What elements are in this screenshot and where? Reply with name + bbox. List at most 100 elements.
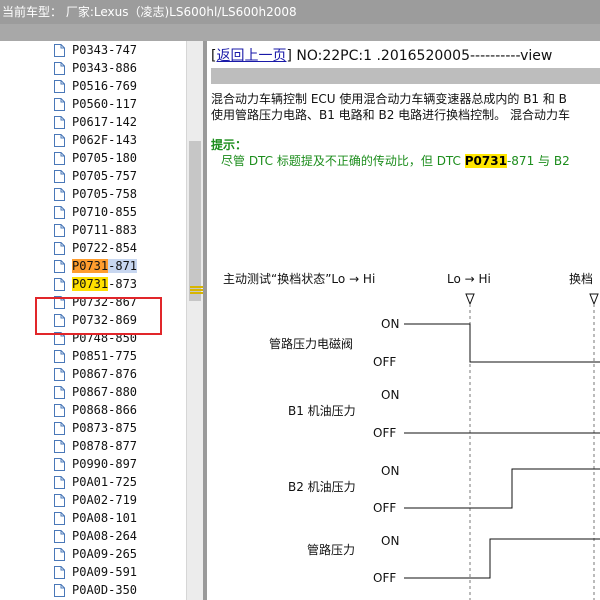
tree-item-label: P0A09-265 (72, 547, 138, 561)
tree-item[interactable]: P0705-757 (54, 167, 137, 185)
tree-item-label: P0617-142 (72, 115, 138, 129)
tree-item[interactable]: P0873-875 (54, 419, 137, 437)
off-label: OFF (373, 426, 396, 440)
tree-item[interactable]: P0731 -871 (54, 257, 138, 275)
tree-item-label: P0710-855 (72, 205, 138, 219)
row-label: 管路压力 (307, 542, 355, 557)
document-icon (54, 349, 65, 363)
tree-item-label: P0343-886 (72, 61, 138, 75)
document-icon (54, 565, 65, 579)
hint-text: 尽管 DTC 标题提及不正确的传动比，但 DTC P0731-871 与 B2 (221, 154, 570, 168)
marker-arrow-icon (589, 293, 599, 306)
doc-number: NO:22PC:1 .2016520005----------view (291, 48, 553, 64)
off-label: OFF (373, 355, 396, 369)
document-icon (54, 439, 65, 453)
tree-item-label: P0A08-101 (72, 511, 138, 525)
tree-item[interactable]: P0711-883 (54, 221, 137, 239)
tree-item[interactable]: P0A0D-350 (54, 581, 137, 599)
tree-item[interactable]: P0A09-591 (54, 563, 137, 581)
dtc-tree[interactable]: P0343-747 P0343-886 P0516-769 P0560-117 P061… (0, 41, 186, 600)
document-header: [返回上一页] NO:22PC:1 .2016520005----------v… (211, 48, 553, 64)
tree-item-label: P0A02-719 (72, 493, 138, 507)
tree-item-label: P062F-143 (72, 133, 138, 147)
tree-item[interactable]: P0560-117 (54, 95, 137, 113)
tree-item[interactable]: P0A08-101 (54, 509, 137, 527)
tree-item[interactable]: P0A01-725 (54, 473, 137, 491)
tree-item-label: P0722-854 (72, 241, 138, 255)
tree-item-label: P0705-180 (72, 151, 138, 165)
document-icon (54, 529, 65, 543)
document-icon (54, 79, 65, 93)
row-label: B1 机油压力 (288, 404, 356, 418)
marker-lo-hi-label: Lo → Hi (447, 272, 491, 286)
description-paragraph: 混合动力车辆控制 ECU 使用混合动力车辆变速器总成内的 B1 和 B 使用管路… (211, 92, 570, 122)
off-label: OFF (373, 571, 396, 585)
tree-item-suffix: -871 (108, 259, 138, 273)
on-label: ON (381, 388, 399, 402)
tree-item[interactable]: P0705-180 (54, 149, 137, 167)
tree-item[interactable]: P0878-877 (54, 437, 137, 455)
tree-item[interactable]: P0705-758 (54, 185, 137, 203)
marker-arrow-icon (465, 293, 475, 306)
tree-item-label: P0343-747 (72, 43, 138, 57)
tree-item-label: P0711-883 (72, 223, 138, 237)
document-icon (54, 421, 65, 435)
document-icon (54, 259, 65, 273)
back-link[interactable]: 返回上一页 (216, 48, 286, 64)
timing-diagram: 主动测试“换档状态”Lo → Hi Lo → Hi 换档 管路压力电磁阀 ON … (223, 271, 600, 600)
selection-highlight-box (35, 297, 162, 335)
tree-item-label: P0878-877 (72, 439, 138, 453)
document-icon (54, 277, 65, 291)
tree-item[interactable]: P0343-886 (54, 59, 137, 77)
tree-item[interactable]: P0343-747 (54, 41, 137, 59)
tree-item[interactable]: P0868-866 (54, 401, 137, 419)
tree-item[interactable]: P0A08-264 (54, 527, 137, 545)
document-icon (54, 547, 65, 561)
on-label: ON (381, 534, 399, 548)
tree-item[interactable]: P0710-855 (54, 203, 137, 221)
tree-scrollbar[interactable] (186, 41, 205, 600)
tree-item[interactable]: P0A02-719 (54, 491, 137, 509)
document-icon (54, 583, 65, 597)
document-icon (54, 61, 65, 75)
row-label: 管路压力电磁阀 (269, 336, 353, 351)
document-icon (54, 493, 65, 507)
tree-item-code: P0731 (72, 259, 109, 273)
document-icon (54, 457, 65, 471)
document-icon (54, 115, 65, 129)
tree-item-label: P0990-897 (72, 457, 138, 471)
diagram-header-label: 主动测试“换档状态”Lo → Hi (223, 271, 375, 286)
tree-item-label: P0560-117 (72, 97, 138, 111)
document-icon (54, 475, 65, 489)
title-bar: 当前车型： 厂家:Lexus（凌志)LS600hl/LS600h2008 (0, 0, 600, 24)
tree-item-label: P0867-876 (72, 367, 138, 381)
document-icon (54, 97, 65, 111)
signal-line (404, 538, 600, 579)
tree-item[interactable]: P0867-880 (54, 383, 137, 401)
tree-item[interactable]: P0867-876 (54, 365, 137, 383)
scrollbar-thumb[interactable] (189, 141, 205, 301)
tree-item[interactable]: P0722-854 (54, 239, 137, 257)
tree-item-label: P0851-775 (72, 349, 138, 363)
document-icon (54, 403, 65, 417)
tree-item-label: P0516-769 (72, 79, 138, 93)
tree-item[interactable]: P0516-769 (54, 77, 137, 95)
tree-item[interactable]: P0851-775 (54, 347, 137, 365)
tree-item[interactable]: P0A09-265 (54, 545, 137, 563)
tree-item[interactable]: P0731 -873 (54, 275, 137, 293)
document-icon (54, 169, 65, 183)
tree-item[interactable]: P062F-143 (54, 131, 137, 149)
document-pane: [返回上一页] NO:22PC:1 .2016520005----------v… (207, 41, 600, 600)
tree-item[interactable]: P0617-142 (54, 113, 137, 131)
row-label: B2 机油压力 (288, 480, 356, 494)
tree-item[interactable]: P0990-897 (54, 455, 137, 473)
tree-item-suffix: -873 (108, 277, 138, 291)
signal-line (404, 323, 600, 363)
tree-item-label: P0867-880 (72, 385, 138, 399)
on-label: ON (381, 317, 399, 331)
marker-shift-label: 换档 (569, 272, 593, 286)
hint-title: 提示： (211, 138, 248, 152)
tree-item-label: P0873-875 (72, 421, 138, 435)
tree-item-label: P0A0D-350 (72, 583, 138, 597)
tree-item-code: P0731 (72, 277, 109, 291)
